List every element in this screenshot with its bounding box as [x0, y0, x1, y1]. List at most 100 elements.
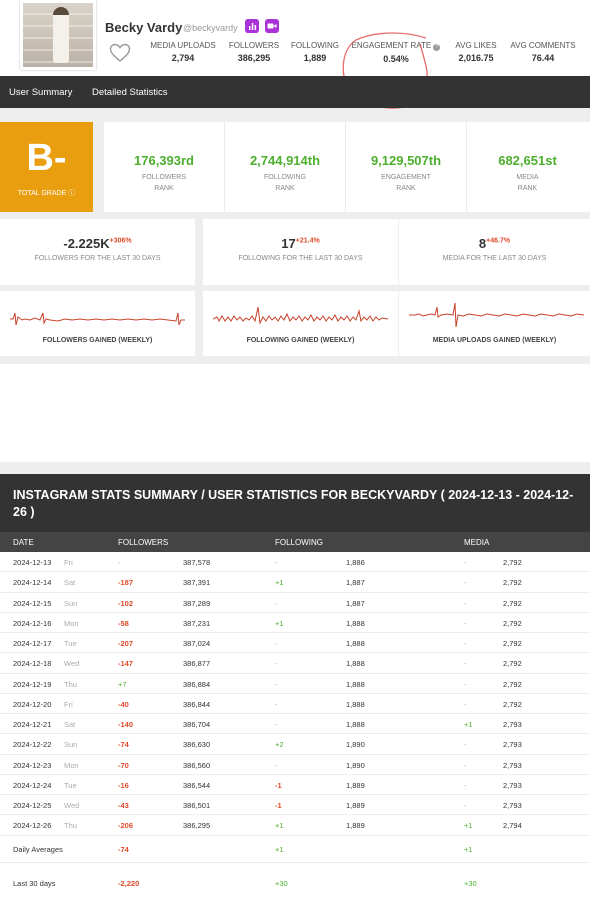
row-media: 2,792	[503, 578, 522, 588]
row-media-change: +1	[464, 720, 473, 729]
row-followers-change: -43	[118, 801, 129, 810]
row-media-change: -	[464, 801, 467, 810]
row-followers-change: -70	[118, 760, 129, 770]
row-date: 2024-12-14	[13, 578, 52, 588]
row-followers: 386,884	[183, 679, 211, 689]
help-icon[interactable]: ?	[433, 44, 441, 51]
row-media-change: -	[464, 679, 467, 689]
row-day: Thu	[64, 821, 77, 831]
row-following-change: +2	[275, 740, 284, 750]
row-date: 2024-12-24	[13, 780, 52, 790]
row-media-change: -	[464, 618, 467, 628]
col-following: FOLLOWING	[275, 538, 324, 547]
daily-averages-media: +1	[464, 845, 473, 854]
help-icon[interactable]: ⓘ	[68, 190, 75, 197]
rank-engagement: 9,129,507th ENGAGEMENT RANK	[346, 122, 467, 212]
row-followers: 386,630	[183, 740, 211, 750]
row-following: 1,888	[346, 699, 365, 709]
row-followers: 387,578	[183, 558, 211, 567]
stat-media-uploads: MEDIA UPLOADS 2,794	[150, 41, 216, 63]
table-row: 2024-12-26 Thu -206 386,295 +1 1,889 +1 2,794	[0, 815, 590, 836]
sparkline	[213, 306, 388, 325]
row-day: Fri	[64, 699, 73, 709]
row-following: 1,887	[346, 598, 365, 608]
row-media-change: -	[464, 760, 467, 770]
sparkline	[409, 302, 584, 328]
total-grade-card: B- TOTAL GRADE ⓘ	[0, 122, 93, 212]
row-media-change: -	[464, 659, 467, 669]
row-day: Sat	[64, 720, 76, 729]
nav-bar: User Summary Detailed Statistics	[0, 76, 590, 108]
heart-icon[interactable]	[109, 43, 131, 63]
row-followers: 386,704	[183, 720, 211, 729]
col-date: DATE	[13, 538, 34, 547]
row-following: 1,889	[346, 780, 365, 790]
daily-averages-followers: -74	[118, 845, 129, 854]
row-following-change: -	[275, 760, 278, 770]
last-30-days-media: +30	[464, 879, 477, 888]
table-row: 2024-12-21 Sat -140 386,704 - 1,888 +1 2,793	[0, 714, 590, 735]
row-followers-change: -40	[118, 699, 129, 709]
rank-media: 682,651st MEDIA RANK	[498, 153, 557, 192]
followers-weekly-chart[interactable]: FOLLOWERS GAINED (WEEKLY)	[0, 291, 195, 356]
following-weekly-chart[interactable]: FOLLOWING GAINED (WEEKLY)	[203, 291, 398, 356]
table-row: 2024-12-22 Sun -74 386,630 +2 1,890 - 2,793	[0, 734, 590, 755]
table-row: 2024-12-25 Wed -43 386,501 -1 1,889 - 2,793	[0, 795, 590, 816]
table-row: 2024-12-23 Mon -70 386,560 - 1,890 - 2,793	[0, 755, 590, 775]
table-title: INSTAGRAM STATS SUMMARY / USER STATISTIC…	[0, 474, 590, 532]
row-followers: 386,544	[183, 780, 211, 790]
row-media-change: -	[464, 780, 467, 790]
row-following-change: -	[275, 598, 278, 608]
table-row: 2024-12-19 Thu +7 386,884 - 1,888 - 2,792	[0, 674, 590, 694]
media-weekly-chart[interactable]: MEDIA UPLOADS GAINED (WEEKLY)	[399, 291, 590, 356]
row-following: 1,890	[346, 740, 365, 750]
row-media: 2,793	[503, 720, 522, 729]
row-date: 2024-12-17	[13, 639, 52, 648]
row-day: Wed	[64, 801, 80, 810]
daily-averages-following: +1	[275, 845, 284, 854]
row-date: 2024-12-19	[13, 679, 52, 689]
row-followers-change: -58	[118, 618, 129, 628]
stat-following: FOLLOWING 1,889	[290, 41, 339, 63]
row-media: 2,794	[503, 821, 522, 831]
row-media: 2,792	[503, 558, 522, 567]
table-row: 2024-12-14 Sat -187 387,391 +1 1,887 - 2,792	[0, 572, 590, 593]
col-media: MEDIA	[464, 538, 490, 547]
row-day: Sun	[64, 598, 78, 608]
profile-handle: @beckyvardy	[183, 23, 238, 33]
row-following: 1,889	[346, 801, 365, 810]
row-followers: 387,024	[183, 639, 211, 648]
row-following: 1,888	[346, 720, 365, 729]
row-day: Sun	[64, 740, 78, 750]
row-date: 2024-12-20	[13, 699, 52, 709]
row-date: 2024-12-25	[13, 801, 52, 810]
row-followers: 386,295	[183, 821, 211, 831]
row-media: 2,793	[503, 801, 522, 810]
video-icon[interactable]	[265, 19, 279, 33]
row-date: 2024-12-16	[13, 618, 52, 628]
row-followers-change: -187	[118, 578, 134, 588]
row-followers: 386,560	[183, 760, 211, 770]
row-date: 2024-12-23	[13, 760, 52, 770]
row-following-change: -	[275, 558, 278, 567]
grade-letter: B-	[26, 137, 67, 179]
row-following-change: -	[275, 720, 278, 729]
tab-user-summary[interactable]: User Summary	[9, 87, 72, 98]
row-media: 2,792	[503, 598, 522, 608]
row-followers-change: -140	[118, 720, 134, 729]
row-following-change: +1	[275, 618, 284, 628]
row-following-change: +1	[275, 821, 284, 831]
bar-chart-icon[interactable]	[245, 19, 259, 33]
last-30-days-label: Last 30 days	[13, 879, 56, 888]
row-date: 2024-12-15	[13, 598, 52, 608]
row-day: Mon	[64, 618, 79, 628]
avatar[interactable]	[20, 0, 96, 70]
grade-label: TOTAL GRADE ⓘ	[17, 190, 76, 197]
rank-panel: 176,393rd FOLLOWERS RANK 2,744,914th FOLLOW…	[104, 122, 590, 212]
table-row: 2024-12-16 Mon -58 387,231 +1 1,888 - 2,792	[0, 613, 590, 633]
stat-followers: FOLLOWERS 386,295	[228, 41, 280, 63]
tab-detailed-statistics[interactable]: Detailed Statistics	[92, 87, 168, 98]
row-date: 2024-12-22	[13, 740, 52, 750]
row-day: Wed	[64, 659, 80, 669]
row-date: 2024-12-18	[13, 659, 52, 669]
